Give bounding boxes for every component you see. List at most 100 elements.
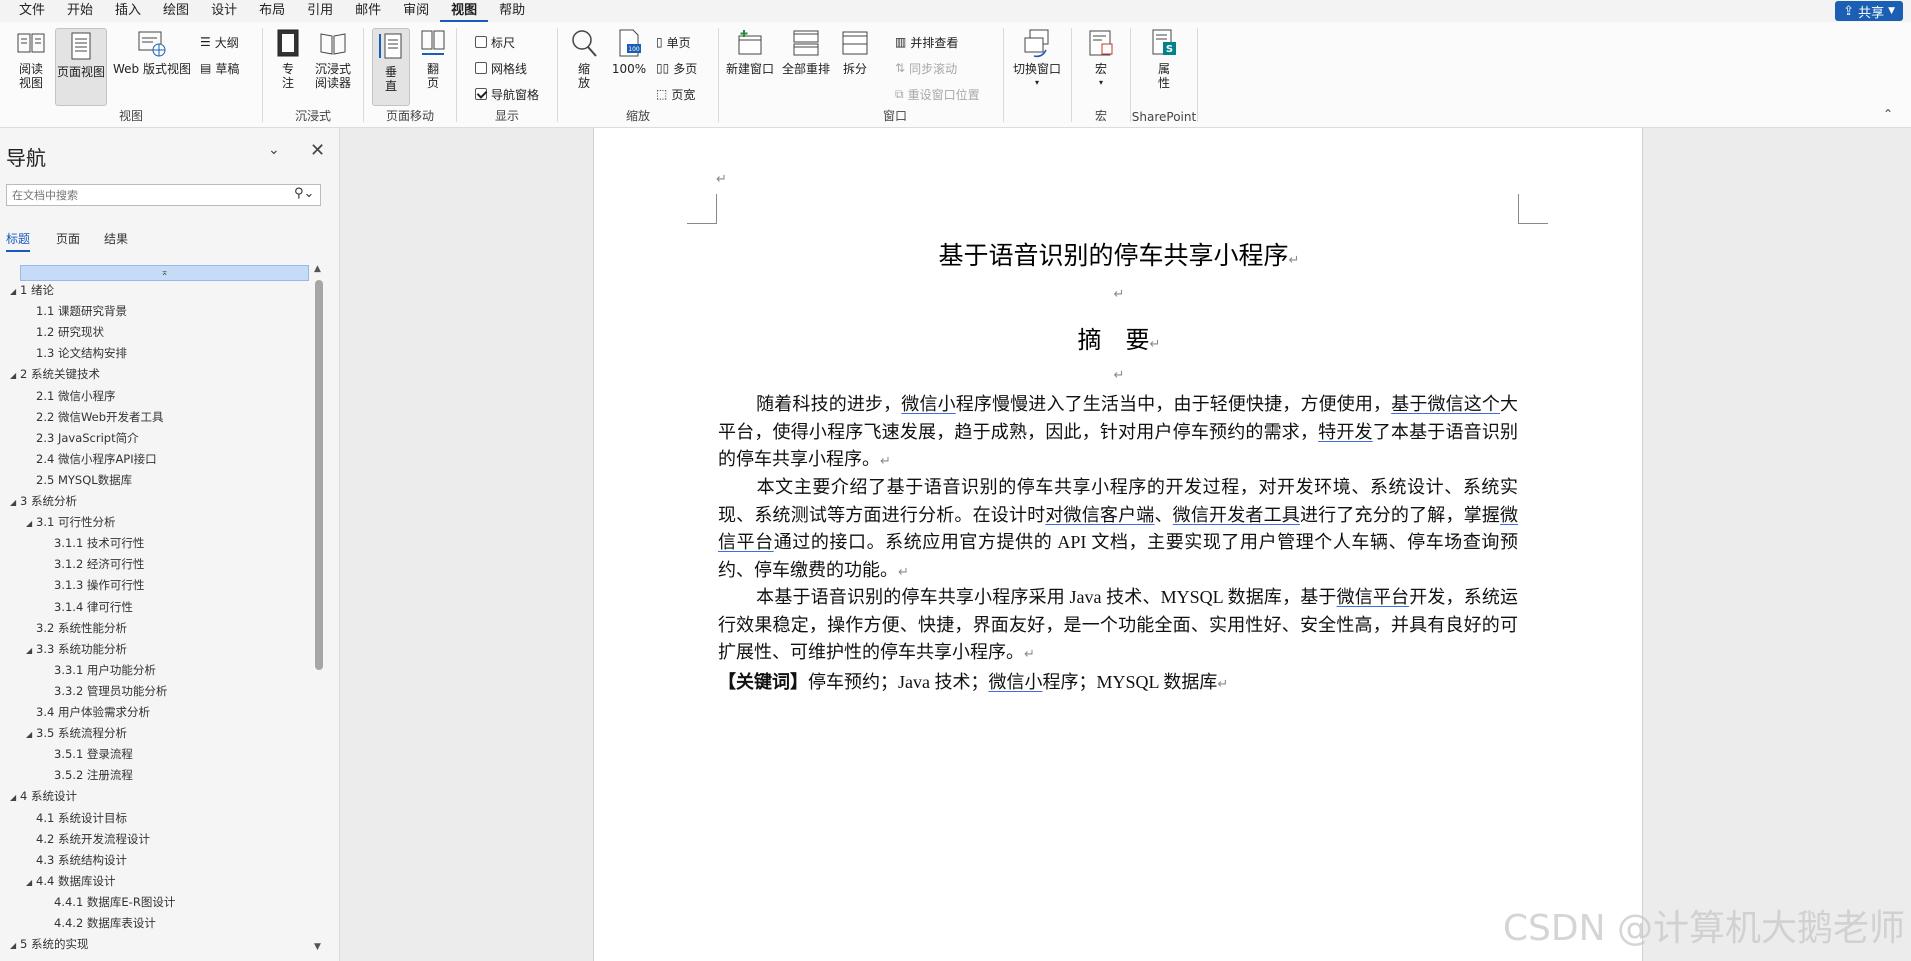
web-layout-button[interactable]: Web 版式视图 [110, 28, 194, 76]
nav-heading-item[interactable]: 2.5 MYSQL数据库 [26, 470, 132, 491]
collapse-arrow-icon[interactable]: ◢ [26, 513, 36, 534]
menu-home[interactable]: 开始 [56, 0, 104, 22]
scroll-up-icon[interactable]: ▲ [314, 264, 321, 274]
one-page-button[interactable]: ▯ 单页 [656, 32, 691, 52]
properties-button[interactable]: S 属性 [1147, 28, 1181, 90]
nav-heading-item[interactable]: 1.2 研究现状 [26, 322, 104, 343]
outline-button[interactable]: ☰ 大纲 [200, 32, 239, 52]
collapse-arrow-icon[interactable]: ◢ [26, 872, 36, 893]
menu-layout[interactable]: 布局 [248, 0, 296, 22]
multiple-pages-button[interactable]: ▯▯ 多页 [656, 58, 697, 78]
spellcheck-underlined-text[interactable]: 对微信客户端 [1045, 505, 1154, 525]
spellcheck-underlined-text[interactable]: 微信小 [988, 672, 1042, 692]
nav-heading-item[interactable]: 4.3 系统结构设计 [26, 850, 127, 871]
menu-design[interactable]: 设计 [200, 0, 248, 22]
collapse-arrow-icon[interactable]: ◢ [10, 787, 20, 808]
collapse-arrow-icon[interactable]: ◢ [10, 281, 20, 302]
nav-heading-item[interactable]: 2.3 JavaScript简介 [26, 428, 139, 449]
immersive-reader-button[interactable]: 沉浸式阅读器 [311, 28, 355, 90]
macros-button[interactable]: 宏 ▾ [1084, 28, 1118, 90]
tab-results[interactable]: 结果 [104, 230, 128, 247]
menu-help[interactable]: 帮助 [488, 0, 536, 22]
nav-heading-item[interactable]: 2.2 微信Web开发者工具 [26, 407, 164, 428]
nav-heading-item[interactable]: 4.4.1 数据库E-R图设计 [44, 892, 175, 913]
focus-button[interactable]: 专注 [273, 28, 303, 90]
menu-review[interactable]: 审阅 [392, 0, 440, 22]
spellcheck-underlined-text[interactable]: 微信平台 [1337, 587, 1410, 607]
new-window-button[interactable]: 新建窗口 [725, 28, 775, 76]
nav-heading-item[interactable]: 3.1.3 操作可行性 [44, 575, 144, 596]
tab-headings[interactable]: 标题 [6, 230, 31, 252]
spellcheck-underlined-text[interactable]: 特开发 [1318, 422, 1373, 442]
nav-heading-item[interactable]: ◢ 3.1 可行性分析 [26, 512, 115, 533]
search-icon[interactable]: ⚲⌄ [294, 186, 314, 201]
switch-windows-button[interactable]: 切换窗口 ▾ [1009, 28, 1065, 90]
sync-scroll-button[interactable]: ⇅ 同步滚动 [895, 58, 957, 78]
reset-window-position-button[interactable]: ⧉ 重设窗口位置 [895, 84, 980, 104]
share-button[interactable]: ⇪ 共享 ▼ [1835, 1, 1903, 21]
nav-heading-item[interactable]: 4.1 系统设计目标 [26, 808, 127, 829]
nav-heading-item[interactable]: 4.2 系统开发流程设计 [26, 829, 150, 850]
menu-references[interactable]: 引用 [296, 0, 344, 22]
spellcheck-underlined-text[interactable]: 基于微信这个 [1391, 394, 1500, 414]
ruler-checkbox[interactable]: 标尺 [475, 32, 515, 52]
nav-heading-item[interactable]: 3.3.1 用户功能分析 [44, 660, 156, 681]
nav-heading-item[interactable]: ◢ 4 系统设计 [10, 786, 77, 807]
nav-heading-item[interactable]: 3.1.2 经济可行性 [44, 554, 144, 575]
nav-heading-item[interactable]: ◢ 3 系统分析 [10, 491, 77, 512]
side-by-side-button[interactable]: ▥ 并排查看 [895, 32, 958, 52]
nav-heading-item[interactable]: 2.4 微信小程序API接口 [26, 449, 157, 470]
document-page[interactable]: ↵ 基于语音识别的停车共享小程序↵ ↵ 摘 要↵ ↵ 随着科技的进步，微信小程序… [593, 128, 1643, 961]
nav-heading-item[interactable]: ◢ 2 系统关键技术 [10, 364, 100, 385]
collapse-arrow-icon[interactable]: ◢ [10, 492, 20, 513]
zoom-100-button[interactable]: 100 100% [612, 28, 646, 76]
tab-pages[interactable]: 页面 [56, 230, 80, 247]
page-width-button[interactable]: ⬚ 页宽 [656, 84, 695, 104]
read-mode-button[interactable]: 阅读视图 [8, 28, 54, 90]
collapse-arrow-icon[interactable]: ◢ [26, 724, 36, 745]
side-to-side-button[interactable]: 翻页 [416, 28, 450, 90]
nav-heading-item[interactable]: 3.1.4 律可行性 [44, 597, 133, 618]
print-layout-button[interactable]: 页面视图 [55, 28, 107, 106]
spellcheck-underlined-text[interactable]: 微信小 [901, 394, 955, 414]
nav-heading-item[interactable]: ◢ 3.3 系统功能分析 [26, 639, 127, 660]
nav-heading-item[interactable]: 3.2 系统性能分析 [26, 618, 127, 639]
menu-draw[interactable]: 绘图 [152, 0, 200, 22]
gridlines-checkbox[interactable]: 网格线 [475, 58, 527, 78]
nav-search-input[interactable] [6, 184, 321, 206]
ruler-check-box[interactable] [475, 36, 487, 48]
chevron-down-icon[interactable]: ⌄ [268, 142, 280, 158]
collapse-arrow-icon[interactable]: ◢ [10, 935, 20, 956]
spellcheck-underlined-text[interactable]: 微信开发者工具 [1173, 505, 1300, 525]
collapse-arrow-icon[interactable]: ◢ [10, 365, 20, 386]
menu-file[interactable]: 文件 [8, 0, 56, 22]
collapse-arrow-icon[interactable]: ◢ [26, 640, 36, 661]
nav-pane-checkbox[interactable]: 导航窗格 [475, 84, 539, 104]
nav-heading-item[interactable]: 2.1 微信小程序 [26, 386, 115, 407]
nav-heading-item[interactable]: ◢ 5 系统的实现 [10, 934, 88, 955]
nav-heading-item[interactable]: ◢ 1 绪论 [10, 280, 54, 301]
nav-heading-item[interactable]: 1.1 课题研究背景 [26, 301, 127, 322]
arrange-all-button[interactable]: 全部重排 [781, 28, 831, 76]
nav-heading-item[interactable]: 3.5.1 登录流程 [44, 744, 133, 765]
gridlines-check-box[interactable] [475, 62, 487, 74]
nav-heading-item[interactable]: 3.4 用户体验需求分析 [26, 702, 150, 723]
split-button[interactable]: 拆分 [837, 28, 873, 76]
menu-mailings[interactable]: 邮件 [344, 0, 392, 22]
nav-heading-item[interactable]: 4.4.2 数据库表设计 [44, 913, 156, 934]
vertical-button[interactable]: 垂直 [372, 28, 410, 106]
nav-heading-item[interactable]: ◢ 3.5 系统流程分析 [26, 723, 127, 744]
collapse-ribbon-icon[interactable]: ⌃ [1883, 107, 1893, 121]
nav-heading-item[interactable]: 3.5.2 注册流程 [44, 765, 133, 786]
nav-heading-item[interactable]: ◢ 4.4 数据库设计 [26, 871, 115, 892]
nav-heading-item[interactable]: 3.3.2 管理员功能分析 [44, 681, 167, 702]
close-icon[interactable]: ✕ [310, 140, 325, 161]
nav-scrollbar[interactable]: ▲ ▼ [312, 264, 326, 956]
zoom-button[interactable]: 缩放 [570, 28, 598, 90]
nav-scroll-thumb[interactable] [315, 280, 323, 670]
nav-heading-item[interactable]: 1.3 论文结构安排 [26, 343, 127, 364]
menu-insert[interactable]: 插入 [104, 0, 152, 22]
menu-view[interactable]: 视图 [440, 0, 489, 22]
nav-heading-item[interactable]: 3.1.1 技术可行性 [44, 533, 144, 554]
scroll-down-icon[interactable]: ▼ [314, 942, 321, 952]
